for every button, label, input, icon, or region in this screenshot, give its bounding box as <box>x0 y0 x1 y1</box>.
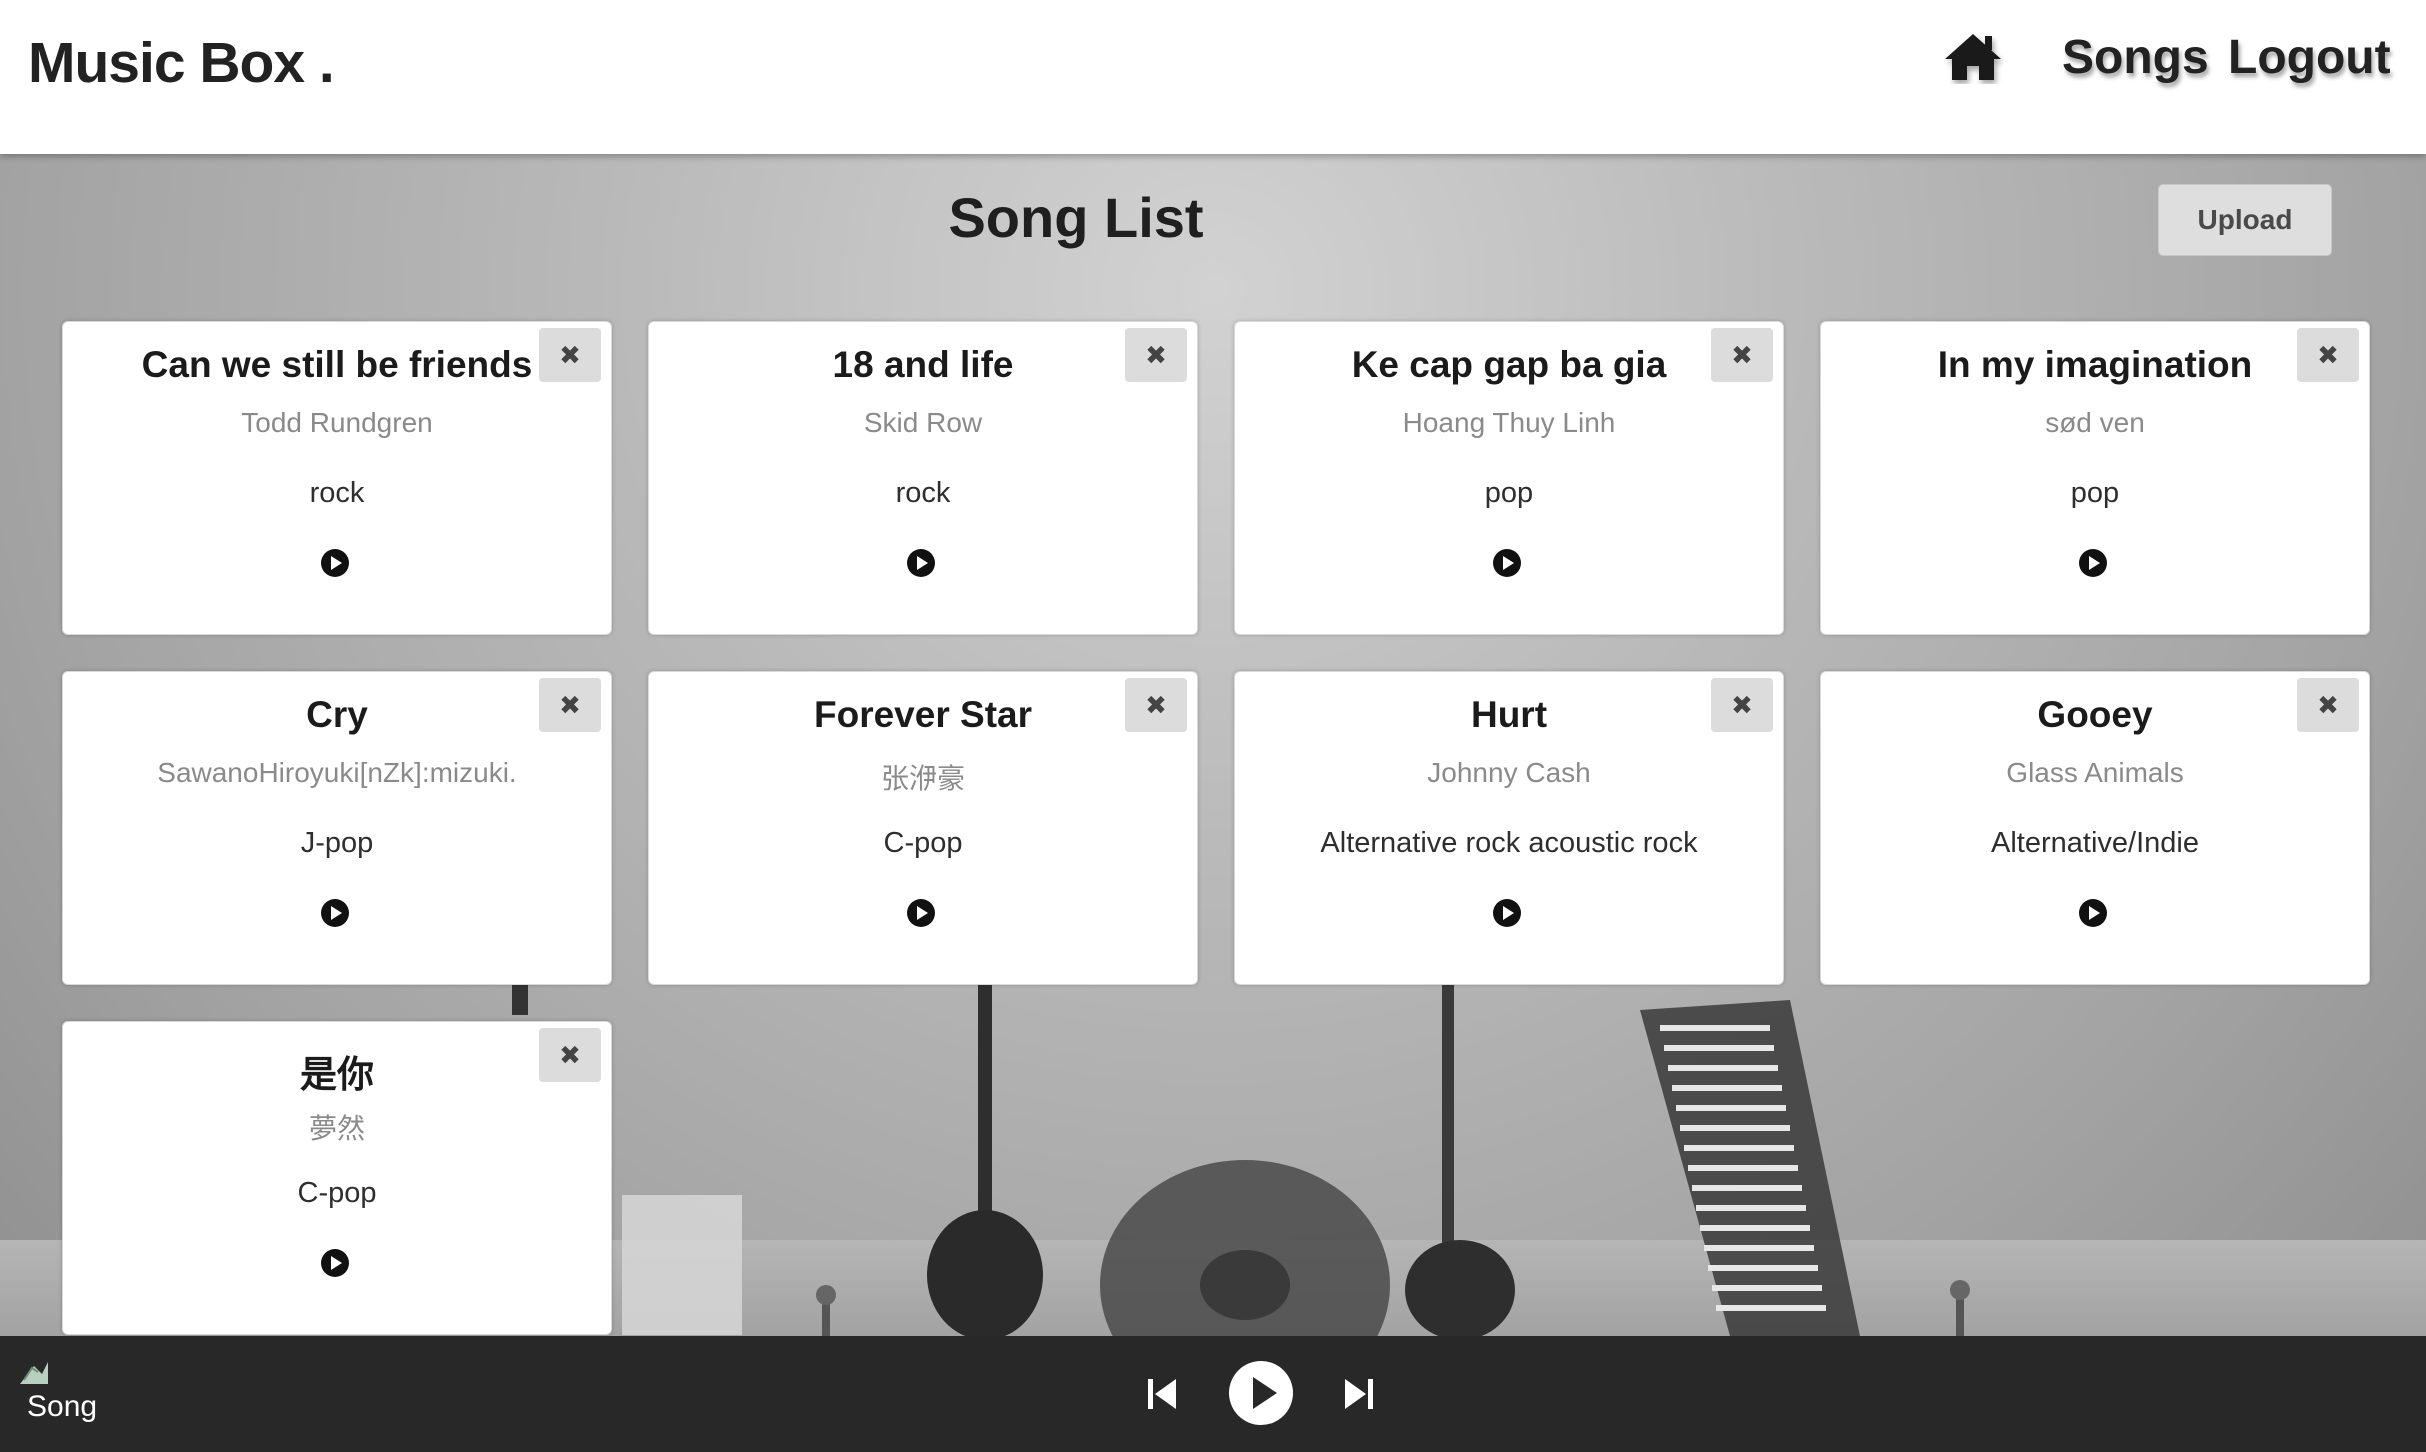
close-icon: ✖ <box>559 339 581 370</box>
play-circle-icon[interactable] <box>320 1248 350 1278</box>
song-genre: J-pop <box>300 827 374 859</box>
song-title: Hurt <box>1470 694 1548 735</box>
song-card: In my imagination sød ven pop ✖ <box>1820 321 2370 635</box>
song-artist: sød ven <box>2045 407 2145 438</box>
top-navbar: Music Box . Songs Logout <box>0 0 2426 154</box>
delete-button[interactable]: ✖ <box>2297 678 2359 732</box>
delete-button[interactable]: ✖ <box>1125 328 1187 382</box>
song-artist: SawanoHiroyuki[nZk]:mizuki. <box>157 757 517 788</box>
song-card: Gooey Glass Animals Alternative/Indie ✖ <box>1820 671 2370 985</box>
delete-button[interactable]: ✖ <box>539 678 601 732</box>
broken-image-icon <box>20 1362 48 1384</box>
close-icon: ✖ <box>2317 339 2339 370</box>
home-icon[interactable] <box>1943 30 2003 84</box>
skip-next-icon[interactable] <box>1343 1376 1375 1412</box>
song-artist: Skid Row <box>863 407 983 438</box>
song-genre: rock <box>309 477 365 509</box>
delete-button[interactable]: ✖ <box>539 1028 601 1082</box>
page-title: Song List <box>948 186 1204 249</box>
app-root: Music Box . Songs Logout Song List Uploa… <box>0 0 2426 1452</box>
song-artist: Johnny Cash <box>1427 757 1591 788</box>
song-artist: 夢然 <box>308 1113 365 1144</box>
brand-logo[interactable]: Music Box . <box>28 30 335 96</box>
song-card: Ke cap gap ba gia Hoang Thuy Linh pop ✖ <box>1234 321 1784 635</box>
now-playing-label: Song <box>27 1390 98 1423</box>
song-title: Cry <box>306 694 368 735</box>
song-genre: Alternative/Indie <box>1991 827 2199 859</box>
play-circle-icon[interactable] <box>2078 898 2108 928</box>
song-artist: Glass Animals <box>2006 757 2184 788</box>
skip-previous-icon[interactable] <box>1146 1376 1178 1412</box>
song-card: Cry SawanoHiroyuki[nZk]:mizuki. J-pop ✖ <box>62 671 612 985</box>
play-circle-icon[interactable] <box>906 548 936 578</box>
song-genre: rock <box>895 477 951 509</box>
play-circle-icon[interactable] <box>1492 548 1522 578</box>
song-title: Ke cap gap ba gia <box>1351 344 1667 385</box>
delete-button[interactable]: ✖ <box>1125 678 1187 732</box>
song-card: 是你 夢然 C-pop ✖ <box>62 1021 612 1335</box>
close-icon: ✖ <box>1731 689 1753 720</box>
nav-songs-link[interactable]: Songs <box>2062 30 2209 85</box>
song-genre: Alternative rock acoustic rock <box>1320 827 1698 859</box>
song-artist: 张洢豪 <box>880 763 965 794</box>
song-card: Can we still be friends Todd Rundgren ro… <box>62 321 612 635</box>
play-circle-icon[interactable] <box>2078 548 2108 578</box>
song-genre: C-pop <box>883 827 963 859</box>
close-icon: ✖ <box>559 689 581 720</box>
nav-logout-link[interactable]: Logout <box>2228 30 2391 85</box>
song-title: Gooey <box>2037 694 2153 735</box>
close-icon: ✖ <box>1731 339 1753 370</box>
close-icon: ✖ <box>2317 689 2339 720</box>
play-circle-icon[interactable] <box>320 898 350 928</box>
song-genre: pop <box>1484 477 1534 509</box>
play-circle-icon[interactable] <box>1492 898 1522 928</box>
song-title: Forever Star <box>814 694 1032 735</box>
play-circle-icon[interactable] <box>906 898 936 928</box>
song-card: Forever Star 张洢豪 C-pop ✖ <box>648 671 1198 985</box>
song-card: 18 and life Skid Row rock ✖ <box>648 321 1198 635</box>
close-icon: ✖ <box>559 1039 581 1070</box>
upload-button[interactable]: Upload <box>2158 184 2332 256</box>
song-title: Can we still be friends <box>141 344 533 385</box>
song-title: 18 and life <box>832 344 1014 385</box>
song-artist: Hoang Thuy Linh <box>1402 407 1616 438</box>
song-artist: Todd Rundgren <box>241 407 433 438</box>
song-genre: pop <box>2070 477 2120 509</box>
song-title: In my imagination <box>1937 344 2253 385</box>
delete-button[interactable]: ✖ <box>539 328 601 382</box>
delete-button[interactable]: ✖ <box>2297 328 2359 382</box>
play-circle-icon[interactable] <box>320 548 350 578</box>
delete-button[interactable]: ✖ <box>1711 328 1773 382</box>
delete-button[interactable]: ✖ <box>1711 678 1773 732</box>
close-icon: ✖ <box>1145 689 1167 720</box>
close-icon: ✖ <box>1145 339 1167 370</box>
play-icon[interactable] <box>1228 1360 1294 1426</box>
song-genre: C-pop <box>297 1177 377 1209</box>
player-bar: Song <box>0 1336 2426 1452</box>
song-title: 是你 <box>300 1054 374 1095</box>
song-card: Hurt Johnny Cash Alternative rock acoust… <box>1234 671 1784 985</box>
